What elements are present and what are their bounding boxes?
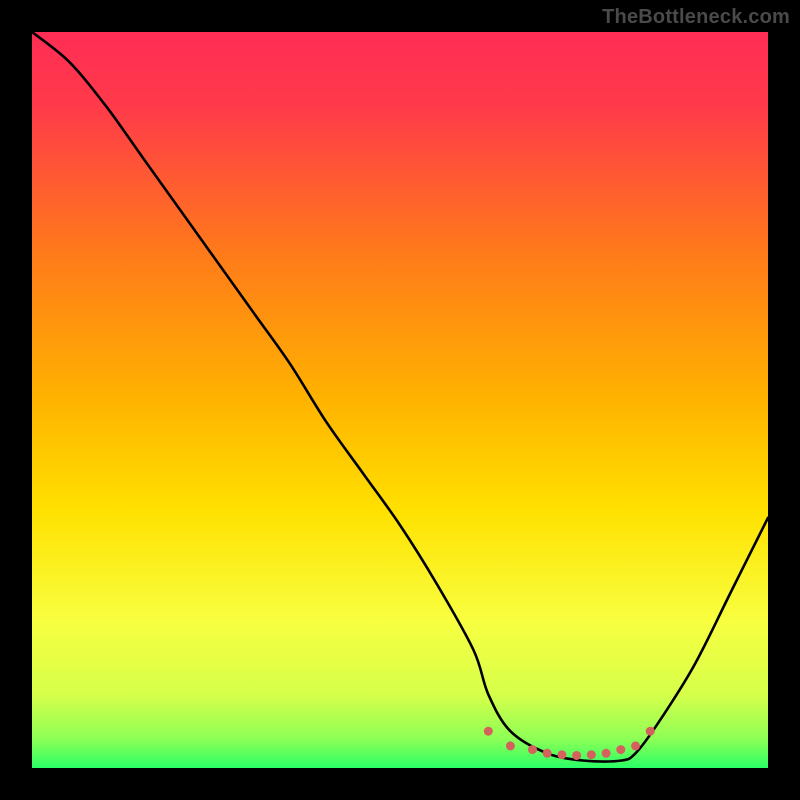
optimal-dot (616, 745, 625, 754)
optimal-dot (557, 750, 566, 759)
optimal-dot (506, 741, 515, 750)
attribution-text: TheBottleneck.com (602, 6, 790, 29)
plot-area (32, 32, 768, 768)
bottleneck-curve (32, 32, 768, 762)
optimal-dot (572, 751, 581, 760)
chart-svg (32, 32, 768, 768)
chart-frame: TheBottleneck.com (0, 0, 800, 800)
optimal-dot (543, 749, 552, 758)
optimal-dot (646, 727, 655, 736)
optimal-dot (484, 727, 493, 736)
optimal-dot (602, 749, 611, 758)
optimal-dot (528, 745, 537, 754)
optimal-dot (631, 741, 640, 750)
optimal-dot (587, 750, 596, 759)
